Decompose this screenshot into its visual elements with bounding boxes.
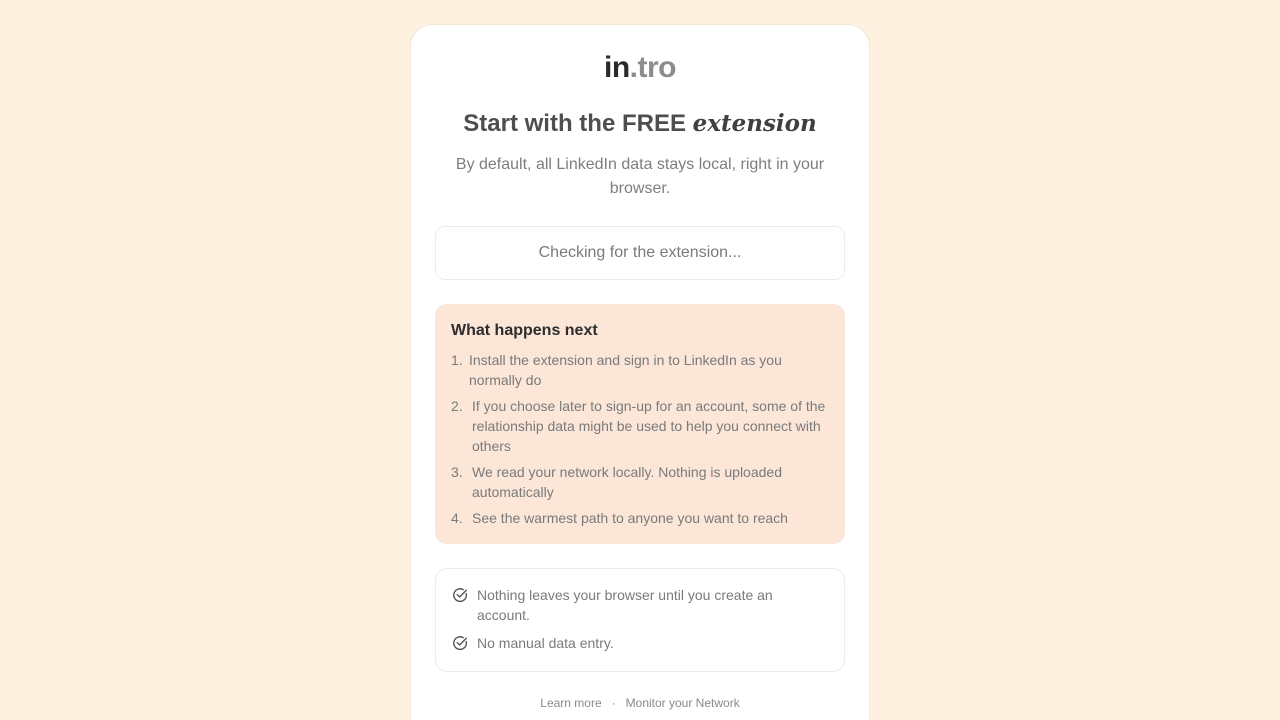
onboarding-card: in.tro Start with the FREE extension By … bbox=[410, 24, 870, 720]
step-number: 3. bbox=[451, 464, 463, 480]
assurance-text: Nothing leaves your browser until you cr… bbox=[477, 587, 773, 623]
step-item: 4. See the warmest path to anyone you wa… bbox=[451, 508, 829, 528]
footer-separator: · bbox=[611, 696, 616, 710]
learn-more-link[interactable]: Learn more bbox=[540, 696, 601, 710]
step-text: Install the extension and sign in to Lin… bbox=[469, 352, 782, 388]
extension-status-box: Checking for the extension... bbox=[435, 226, 845, 280]
next-steps-panel: What happens next 1. Install the extensi… bbox=[435, 304, 845, 544]
step-item: 2. If you choose later to sign-up for an… bbox=[451, 396, 829, 456]
step-number: 4. bbox=[451, 510, 463, 526]
logo-part-tro: .tro bbox=[629, 51, 677, 84]
step-text: We read your network locally. Nothing is… bbox=[472, 464, 782, 500]
check-circle-icon bbox=[453, 588, 468, 603]
extension-status-text: Checking for the extension... bbox=[538, 244, 742, 261]
step-item: 1. Install the extension and sign in to … bbox=[451, 350, 829, 390]
logo: in.tro bbox=[435, 51, 845, 85]
page-subtitle: By default, all LinkedIn data stays loca… bbox=[455, 156, 825, 197]
assurance-item: No manual data entry. bbox=[452, 633, 828, 653]
assurance-text: No manual data entry. bbox=[477, 635, 614, 651]
privacy-assurances: Nothing leaves your browser until you cr… bbox=[435, 568, 845, 672]
step-text: If you choose later to sign-up for an ac… bbox=[472, 398, 826, 454]
step-number: 1. bbox=[451, 352, 463, 368]
page-title-main: Start with the FREE bbox=[463, 110, 693, 137]
step-item: 3. We read your network locally. Nothing… bbox=[451, 462, 829, 502]
next-steps-title: What happens next bbox=[451, 322, 598, 339]
monitor-network-link[interactable]: Monitor your Network bbox=[626, 696, 740, 710]
assurance-item: Nothing leaves your browser until you cr… bbox=[452, 585, 828, 625]
page-title: Start with the FREE extension bbox=[435, 109, 845, 139]
step-text: See the warmest path to anyone you want … bbox=[472, 510, 788, 526]
page-title-accent: extension bbox=[692, 110, 817, 137]
step-number: 2. bbox=[451, 398, 463, 414]
footer-links: Learn more · Monitor your Network bbox=[435, 696, 845, 710]
check-circle-icon bbox=[453, 636, 468, 651]
logo-part-in: in bbox=[604, 51, 630, 84]
